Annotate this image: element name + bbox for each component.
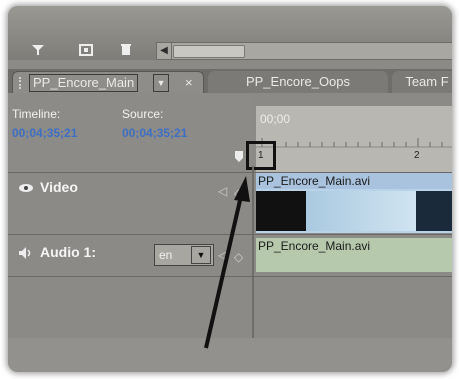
timecode-panel: Timeline: 00;04;35;21 Source: 00;04;35;2…: [8, 93, 252, 173]
tab-label: Team F: [405, 74, 449, 89]
drag-grip-icon[interactable]: [19, 77, 26, 89]
scroll-left-button[interactable]: ◀: [157, 43, 172, 59]
eye-icon[interactable]: [18, 182, 34, 197]
video-track-header: Video ◁ ◇: [8, 174, 252, 234]
prev-keyframe-icon[interactable]: ◁: [218, 248, 227, 262]
toolbar: ◀: [8, 6, 452, 60]
tab-team[interactable]: Team F: [392, 71, 452, 93]
playhead-icon[interactable]: [232, 151, 246, 165]
tab-bar: PP_Encore_Main ▼ × PP_Encore_Oops Team F: [8, 69, 452, 94]
audio-track-header: Audio 1: ◁ ◇: [8, 236, 252, 276]
divider: [8, 234, 452, 235]
source-label: Source:: [122, 107, 164, 121]
filter-icon[interactable]: [30, 44, 46, 58]
tab-pp-encore-oops[interactable]: PP_Encore_Oops: [208, 71, 388, 93]
tab-dropdown-button[interactable]: ▼: [153, 74, 169, 92]
timeline-panel: ◀ PP_Encore_Main ▼ × PP_Encore_Oops Team…: [8, 6, 452, 372]
speaker-icon[interactable]: [18, 246, 34, 263]
language-select[interactable]: en ▼: [154, 244, 214, 266]
source-timecode[interactable]: 00;04;35;21: [122, 126, 187, 140]
video-clip-title[interactable]: PP_Encore_Main.avi: [256, 173, 452, 189]
language-value: en: [159, 248, 173, 262]
add-keyframe-icon[interactable]: ◇: [234, 250, 243, 264]
timeline-timecode[interactable]: 00;04;35;21: [12, 126, 77, 140]
thumbnail-frame: [256, 191, 306, 231]
thumbnail-frame: [416, 191, 452, 231]
tab-pp-encore-main[interactable]: PP_Encore_Main ▼ ×: [12, 71, 204, 94]
scroll-thumb[interactable]: [173, 45, 245, 58]
close-tab-button[interactable]: ×: [185, 72, 193, 94]
audio-track-name: Audio 1:: [40, 244, 96, 260]
chevron-down-icon[interactable]: ▼: [191, 246, 211, 264]
video-clip-thumbnails[interactable]: [256, 189, 452, 233]
trash-icon[interactable]: [118, 44, 134, 58]
chapter-marker-2[interactable]: 2: [414, 150, 420, 161]
highlight-box: [246, 141, 276, 170]
video-track-name: Video: [40, 179, 78, 195]
timeline-label: Timeline:: [12, 107, 61, 121]
time-ruler[interactable]: 00;00 1 2: [256, 106, 452, 172]
add-keyframe-icon[interactable]: ◇: [234, 186, 243, 200]
ruler-ticks: [256, 138, 452, 148]
grid-icon[interactable]: [78, 44, 94, 58]
tab-label: PP_Encore_Main: [29, 74, 139, 92]
horizontal-scrollbar[interactable]: ◀: [156, 42, 452, 60]
divider: [8, 276, 452, 277]
thumbnail-frame: [306, 191, 416, 231]
empty-track-area: [8, 338, 452, 372]
prev-keyframe-icon[interactable]: ◁: [218, 184, 227, 198]
ruler-start-time: 00;00: [260, 112, 291, 126]
audio-clip[interactable]: PP_Encore_Main.avi: [256, 238, 452, 272]
tab-label: PP_Encore_Oops: [245, 74, 351, 89]
